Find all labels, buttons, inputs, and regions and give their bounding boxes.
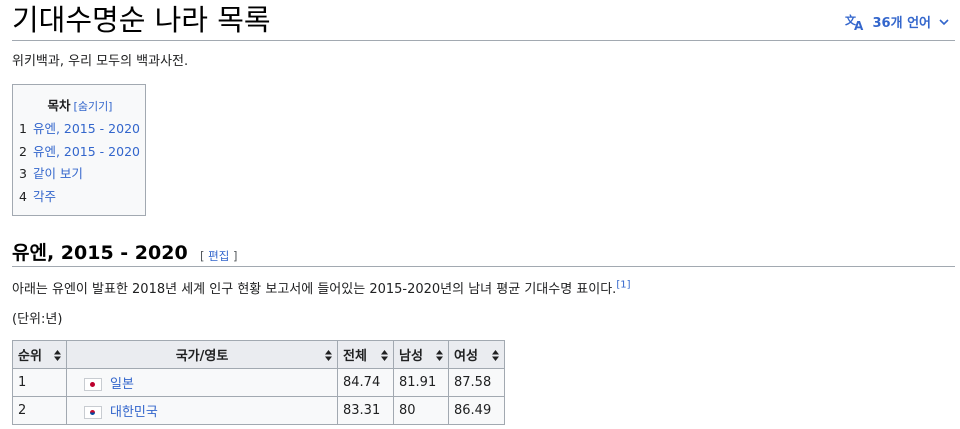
toc-item[interactable]: 4 각주 (19, 188, 140, 211)
column-header-female[interactable]: 여성 (448, 340, 505, 369)
toc-item[interactable]: 1 유엔, 2015 - 2020 (19, 120, 140, 143)
toc-item[interactable]: 2 유엔, 2015 - 2020 (19, 143, 140, 166)
sort-icon (325, 350, 332, 361)
country-link[interactable]: 대한민국 (110, 405, 158, 420)
sort-icon (381, 350, 388, 361)
tagline: 위키백과, 우리 모두의 백과사전. (12, 54, 189, 69)
translate-icon: 文 A (845, 13, 864, 31)
toc-item[interactable]: 3 같이 보기 (19, 165, 140, 188)
unit-note: (단위:년) (12, 312, 63, 327)
toc-toggle-link[interactable]: [숨기기] (74, 100, 113, 113)
column-header-country[interactable]: 국가/영토 (66, 340, 338, 369)
section-heading: 유엔, 2015 - 2020 (12, 242, 188, 264)
life-expectancy-table: 순위 국가/영토 전체 남성 여성 1 일본 84.74 81.91 87.58… (12, 340, 505, 425)
japan-flag-icon (84, 378, 102, 391)
page-title: 기대수명순 나라 목록 (12, 3, 271, 37)
column-header-male[interactable]: 남성 (393, 340, 449, 369)
table-of-contents: 목차 [숨기기] 1 유엔, 2015 - 2020 2 유엔, 2015 - 202… (12, 84, 146, 216)
language-button[interactable]: 文 A 36개 언어 (845, 12, 950, 31)
edit-link[interactable]: 편집 (208, 249, 229, 263)
chevron-down-icon (939, 18, 949, 25)
section-heading-row: 유엔, 2015 - 2020 [ 편집 ] (12, 236, 955, 267)
footnote-link[interactable]: [1] (616, 280, 630, 291)
column-header-total[interactable]: 전체 (337, 340, 394, 369)
column-header-rank[interactable]: 순위 (12, 340, 67, 369)
country-link[interactable]: 일본 (110, 377, 134, 392)
sort-icon (54, 350, 61, 361)
toc-heading: 목차 (47, 98, 71, 113)
sort-icon (492, 350, 499, 361)
page-header: 기대수명순 나라 목록 文 A 36개 언어 (12, 0, 955, 41)
language-count: 36개 언어 (872, 16, 932, 31)
sort-icon (436, 350, 443, 361)
section-edit: [ 편집 ] (200, 249, 238, 263)
table-row: 2 대한민국 83.31 80 86.49 (12, 396, 505, 425)
table-row: 1 일본 84.74 81.91 87.58 (12, 368, 505, 397)
section-paragraph: 아래는 유엔이 발표한 2018년 세계 인구 현황 보고서에 들어있는 201… (12, 279, 631, 297)
south-korea-flag-icon (84, 406, 102, 419)
svg-text:A: A (854, 19, 864, 31)
